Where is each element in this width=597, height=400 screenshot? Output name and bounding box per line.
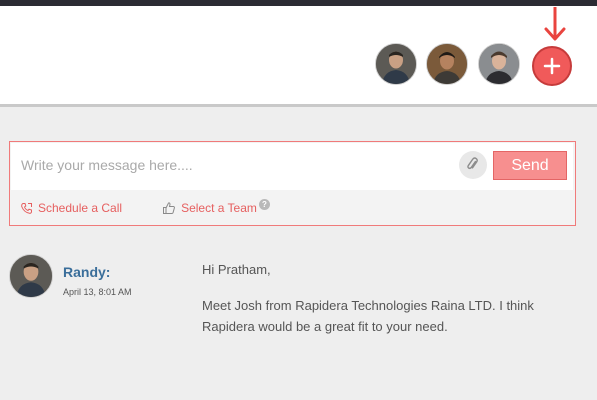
message-greeting: Hi Pratham, <box>202 262 271 277</box>
help-icon[interactable]: ? <box>258 198 270 210</box>
message-timestamp: April 13, 8:01 AM <box>63 287 132 297</box>
sender-avatar[interactable] <box>9 254 53 298</box>
participant-avatar[interactable] <box>375 43 417 85</box>
message-text: Meet Josh from Rapidera Technologies Rai… <box>202 298 534 334</box>
participant-avatar[interactable] <box>478 43 520 85</box>
message-input[interactable] <box>19 149 453 181</box>
add-participant-button[interactable] <box>532 46 572 86</box>
avatar-photo-icon <box>10 255 52 297</box>
select-team-link[interactable]: Select a Team ? <box>162 198 270 215</box>
paperclip-icon <box>467 157 478 170</box>
composer-actions: Schedule a Call Select a Team ? <box>20 198 270 218</box>
message-composer: Send Schedule a Call Select a Team ? <box>9 141 576 226</box>
thumbs-up-icon <box>163 202 175 214</box>
schedule-call-label: Schedule a Call <box>38 201 123 215</box>
sender-name[interactable]: Randy: <box>63 264 110 280</box>
message-body: Hi Pratham, Meet Josh from Rapidera Tech… <box>202 259 582 337</box>
select-team-label: Select a Team <box>181 201 257 215</box>
conversation-panel: Send Schedule a Call Select a Team ? <box>0 107 597 400</box>
plus-icon <box>543 57 561 75</box>
schedule-call-link[interactable]: Schedule a Call <box>20 201 122 215</box>
composer-input-area: Send <box>11 143 573 190</box>
attach-button[interactable] <box>459 151 487 179</box>
participant-avatar[interactable] <box>426 43 468 85</box>
phone-icon <box>21 202 32 214</box>
avatar-photo-icon <box>479 44 519 84</box>
avatar-photo-icon <box>427 44 467 84</box>
avatar-photo-icon <box>376 44 416 84</box>
send-button[interactable]: Send <box>493 151 567 180</box>
down-arrow-icon <box>544 7 566 41</box>
